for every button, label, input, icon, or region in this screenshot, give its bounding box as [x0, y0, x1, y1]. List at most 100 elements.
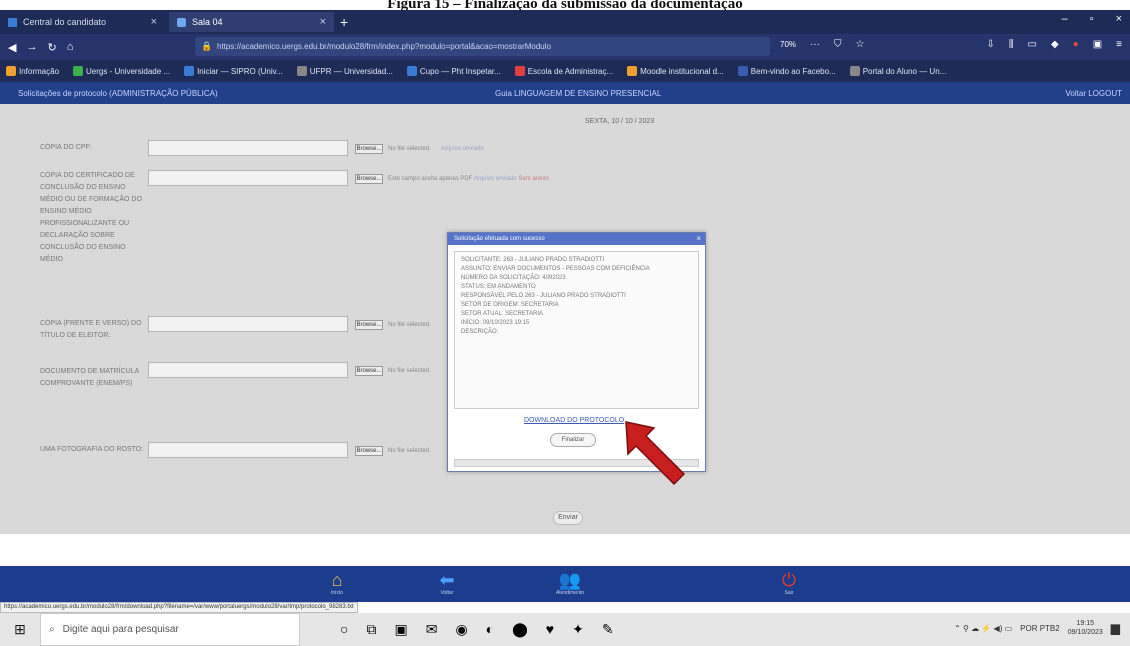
label-matricula: DOCUMENTO DE MATRÍCULA COMPROVANTE (ENEM… [40, 368, 139, 387]
browse-button-titulo[interactable]: Browse... [355, 320, 383, 330]
taskbar-app-icon[interactable]: ◐ [486, 621, 494, 638]
bookmark-item[interactable]: Moodle institucional d... [627, 66, 724, 76]
pocket-icon[interactable]: ⛉ [834, 39, 842, 50]
file-field-titulo[interactable] [148, 316, 348, 332]
browse-button-cpf[interactable]: Browse... [355, 144, 383, 154]
send-button[interactable]: Enviar [553, 511, 583, 525]
windows-start-icon[interactable]: ⊞ [0, 621, 40, 638]
notification-icon[interactable]: ● [1073, 39, 1079, 50]
extension-icon[interactable]: ◆ [1051, 39, 1059, 50]
current-date: SEXTA, 10 / 10 / 2023 [585, 118, 655, 125]
sidebar-icon[interactable]: ▭ [1028, 39, 1037, 50]
file-field-foto[interactable] [148, 442, 348, 458]
browse-button-certificado[interactable]: Browse... [355, 174, 383, 184]
home-button[interactable]: ⌂ Início [322, 570, 352, 596]
app-icon [177, 17, 186, 27]
back-icon[interactable]: ◀ [8, 41, 16, 54]
bookmark-icon [73, 66, 84, 76]
download-protocol-link[interactable]: DOWNLOAD DO PROTOCOLO [524, 417, 624, 424]
taskbar-app-icon[interactable]: ✉ [426, 621, 438, 638]
notifications-icon[interactable]: ▆ [1111, 621, 1120, 635]
logout-link[interactable]: Voltar LOGOUT [1066, 89, 1122, 98]
url-bar[interactable]: 🔒 https://academico.uergs.edu.br/modulo2… [195, 37, 770, 56]
bookmark-item[interactable]: Cupo — Pht Inspetar... [406, 66, 501, 76]
menu-icon[interactable]: ≡ [1116, 39, 1122, 50]
maximize-button[interactable]: ▫ [1090, 13, 1094, 25]
taskbar-app-icon[interactable]: ♥ [546, 621, 554, 638]
header-center-text: Guia LINGUAGEM DE ENSINO PRESENCIAL [495, 88, 662, 98]
tab-label: Central do candidato [23, 17, 107, 27]
tab-central-candidato[interactable]: Central do candidato × [0, 12, 165, 32]
browse-button-matricula[interactable]: Browse... [355, 366, 383, 376]
bookmark-icon [627, 66, 638, 76]
figure-caption: Figura 15 – Finalização da submissão da … [387, 0, 743, 10]
tab-label: Sala 04 [192, 17, 223, 27]
tab-sala[interactable]: Sala 04 × [169, 12, 334, 32]
library-icon[interactable]: ⫼ [1009, 39, 1014, 50]
taskbar-app-icon[interactable]: ⬤ [512, 621, 528, 638]
search-placeholder: Digite aqui para pesquisar [62, 624, 179, 635]
download-icon[interactable]: ⇩ [987, 39, 995, 50]
bookmark-label: Moodle institucional d... [640, 66, 724, 76]
label-cpf: CÓPIA DO CPF: [40, 144, 92, 151]
taskbar-app-icon[interactable]: ▣ [394, 621, 407, 638]
bookmark-item[interactable]: Informação [6, 66, 59, 76]
bookmark-item[interactable]: Iniciar — SIPRO (Univ... [184, 66, 283, 76]
taskbar-search[interactable]: ⌕ Digite aqui para pesquisar [40, 613, 300, 646]
taskbar-app-icon[interactable]: ✦ [572, 621, 584, 638]
protocol-details-textarea[interactable]: SOLICITANTE: 263 - JULIANO PRADO STRADIO… [454, 251, 699, 409]
support-button[interactable]: 👥 Atendimento [555, 570, 585, 596]
bookmark-icon [296, 66, 307, 76]
bookmark-item[interactable]: Uergs - Universidade ... [73, 66, 170, 76]
search-icon: ⌕ [49, 624, 55, 635]
status-bar-url: https://academico.uergs.edu.br/modulo28/… [0, 602, 358, 613]
tray-icons[interactable]: ⌃ ⚲ ☁ ⚡ ◀) ▭ [954, 624, 1012, 633]
zoom-level[interactable]: 70% [780, 40, 796, 49]
clock[interactable]: 19:15 09/10/2023 [1068, 619, 1103, 637]
browse-button-foto[interactable]: Browse... [355, 446, 383, 456]
bookmark-icon [737, 66, 748, 76]
forward-icon[interactable]: → [26, 41, 37, 53]
bookmark-label: Escola de Administraç... [527, 66, 614, 76]
label-certificado: CÓPIA DO CERTIFICADO DE CONCLUSÃO DO ENS… [40, 172, 142, 263]
screenshot-icon[interactable]: ▣ [1093, 39, 1102, 50]
bookmark-item[interactable]: UFPR — Universidad... [296, 66, 393, 76]
taskbar-app-icon[interactable]: ◉ [455, 621, 467, 638]
bookmark-item[interactable]: Portal do Aluno — Un... [849, 66, 946, 76]
close-icon[interactable]: × [151, 16, 157, 28]
back-button[interactable]: ⬅ Voltar [432, 570, 462, 596]
sent-file-link[interactable]: Arquivo enviado [441, 146, 484, 152]
home-icon[interactable]: ⌂ [67, 41, 74, 53]
sent-file-link[interactable]: Arquivo enviado [474, 176, 517, 182]
power-icon: ⏻ [781, 570, 797, 590]
taskbar-app-icon[interactable]: ○ [340, 621, 348, 638]
file-field-certificado[interactable] [148, 170, 348, 186]
lock-icon: 🔒 [201, 41, 213, 51]
browser-nav-bar: ◀ → ↻ ⌂ 🔒 https://academico.uergs.edu.br… [0, 34, 1130, 60]
language-indicator[interactable]: POR PTB2 [1020, 624, 1060, 633]
missing-attachment-text: Sem anexo [518, 176, 549, 182]
bookmark-item[interactable]: Escola de Administraç... [514, 66, 614, 76]
file-field-cpf[interactable] [148, 140, 348, 156]
finish-button[interactable]: Finalizar [550, 433, 596, 447]
taskbar-app-icon[interactable]: ✎ [602, 621, 614, 638]
new-tab-button[interactable]: + [340, 14, 348, 30]
bookmark-item[interactable]: Bem-vindo ao Facebo... [737, 66, 836, 76]
minimize-button[interactable]: – [1062, 13, 1068, 25]
close-window-button[interactable]: × [1116, 13, 1122, 25]
reload-icon[interactable]: ↻ [47, 41, 56, 54]
bookmark-label: Cupo — Pht Inspetar... [419, 66, 501, 76]
file-field-matricula[interactable] [148, 362, 348, 378]
system-tray: ⌃ ⚲ ☁ ⚡ ◀) ▭ POR PTB2 19:15 09/10/2023 ▆ [954, 619, 1120, 637]
close-icon[interactable]: × [320, 16, 326, 28]
more-icon[interactable]: ··· [810, 39, 820, 50]
bookmark-icon [6, 66, 16, 76]
app-icon [8, 17, 17, 27]
windows-taskbar: ⊞ ⌕ Digite aqui para pesquisar ○ ⧉ ▣ ✉ ◉ ◐ ⬤ ♥ ✦… [0, 613, 1130, 646]
users-icon: 👥 [558, 570, 582, 590]
close-icon[interactable]: × [696, 234, 701, 243]
star-icon[interactable]: ☆ [856, 39, 865, 50]
home-icon: ⌂ [331, 570, 343, 590]
logout-button[interactable]: ⏻ Sair [774, 570, 804, 596]
taskbar-app-icon[interactable]: ⧉ [366, 621, 376, 638]
